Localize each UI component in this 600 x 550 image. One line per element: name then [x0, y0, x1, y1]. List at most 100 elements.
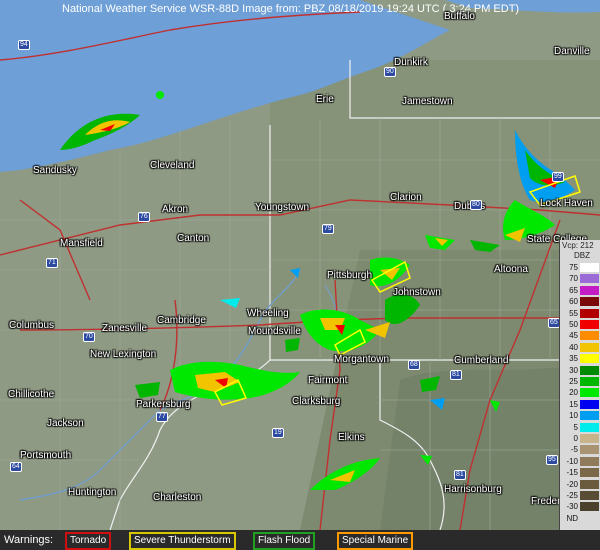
legend-row: -20 [560, 479, 600, 490]
city-label: Wheeling [247, 308, 289, 319]
city-label: Moundsville [248, 326, 301, 337]
city-label: Chillicothe [8, 389, 55, 400]
city-label: Akron [162, 204, 189, 215]
city-label: Fairmont [308, 375, 348, 386]
city-label: Clarion [390, 192, 422, 203]
legend-value: 55 [569, 308, 578, 318]
title-bar: National Weather Service WSR-88D Image f… [0, 0, 600, 20]
city-label: Mansfield [60, 238, 103, 249]
city-label: Youngstown [255, 202, 310, 213]
city-label: Parkersburg [136, 399, 191, 410]
legend-row: 10 [560, 411, 600, 421]
city-label: Buffalo [444, 11, 475, 22]
legend-swatch [580, 479, 599, 489]
highway-shield: 90 [384, 67, 396, 77]
city-label: Portsmouth [20, 450, 72, 461]
city-label: Pittsburgh [327, 270, 373, 281]
warning-key-severe-thunderstorm: Severe Thunderstorm [129, 532, 236, 550]
legend-value: 45 [569, 331, 578, 341]
legend-row: 40 [560, 342, 600, 353]
legend-value: 20 [569, 388, 578, 398]
legend-value: 50 [569, 320, 578, 329]
legend-swatch [580, 342, 599, 352]
highway-shield: 79 [322, 224, 334, 234]
legend-row: -10 [560, 456, 600, 467]
highway-shield: 99 [552, 172, 564, 182]
legend-swatch [580, 502, 599, 512]
warnings-bar: Warnings: Tornado Severe Thunderstorm Fl… [0, 530, 600, 550]
legend-swatch [580, 377, 599, 386]
legend-swatch [580, 468, 599, 478]
legend-row: 5 [560, 422, 600, 433]
legend-row: 65 [560, 285, 600, 296]
legend-row: -15 [560, 468, 600, 478]
warnings-label: Warnings: [4, 534, 54, 546]
legend-swatch [580, 388, 599, 398]
highway-shield: 95 [546, 455, 558, 465]
legend-value: 40 [569, 342, 578, 352]
legend-swatch [580, 399, 599, 409]
legend-swatch [580, 513, 599, 523]
legend-row: 70 [560, 274, 600, 284]
city-label: Zanesville [102, 323, 148, 334]
highway-shield: 71 [46, 258, 58, 268]
city-label: Huntington [68, 487, 117, 498]
legend-value: -25 [566, 491, 578, 500]
legend-value: -30 [566, 502, 578, 512]
legend-swatch [580, 422, 599, 432]
legend-value: 60 [569, 297, 578, 307]
legend-row: ND [560, 513, 600, 524]
legend-row: 30 [560, 365, 600, 376]
highway-shield: 76 [138, 212, 150, 222]
city-label: Charleston [153, 492, 202, 503]
city-label: Dunkirk [394, 57, 428, 68]
legend-row: 0 [560, 434, 600, 444]
highway-shield: 94 [18, 40, 30, 50]
legend-swatch [580, 274, 599, 284]
warning-key-flash-flood: Flash Flood [253, 532, 316, 550]
highway-shield: 81 [450, 370, 462, 380]
highway-shield: 19 [272, 428, 284, 438]
legend-swatch [580, 297, 599, 307]
city-label: Elkins [338, 432, 365, 443]
legend-swatch [580, 320, 599, 329]
city-label: Cleveland [150, 160, 195, 171]
legend-swatch [580, 331, 599, 341]
legend-row: 45 [560, 331, 600, 341]
legend-vcp: Vcp: 212 [562, 241, 594, 250]
legend-value: ND [566, 513, 578, 523]
warning-key-special-marine: Special Marine [337, 532, 414, 550]
city-label: Altoona [494, 264, 528, 275]
city-label: Jackson [47, 418, 84, 429]
city-label: Johnstown [393, 287, 441, 298]
legend-unit: DBZ [574, 251, 590, 260]
legend-row: 15 [560, 399, 600, 410]
reflectivity-legend: Vcp: 212 DBZ 75 70 65 60 55 50 45 40 35 30 25 20 15 1… [559, 240, 600, 540]
legend-swatch [580, 491, 599, 500]
legend-row: 20 [560, 388, 600, 398]
legend-value: -15 [566, 468, 578, 478]
city-label: Cambridge [157, 315, 206, 326]
legend-value: 0 [573, 434, 578, 443]
legend-row: -25 [560, 491, 600, 501]
legend-row: 60 [560, 297, 600, 307]
legend-swatch [580, 445, 599, 455]
legend-row: 55 [560, 308, 600, 319]
city-label: Erie [316, 94, 334, 105]
legend-swatch [580, 434, 599, 443]
legend-row: -30 [560, 502, 600, 512]
city-label: Columbus [9, 320, 55, 331]
legend-row: 75 [560, 263, 600, 273]
warning-key-tornado: Tornado [65, 532, 112, 550]
highway-shield: 77 [156, 412, 168, 422]
city-label: Morgantown [334, 354, 390, 365]
highway-shield: 80 [470, 200, 482, 210]
legend-value: 10 [569, 411, 578, 421]
legend-row: 25 [560, 377, 600, 387]
city-label: Canton [177, 233, 210, 244]
legend-value: -20 [566, 479, 578, 489]
legend-value: 15 [569, 399, 578, 409]
city-label: Clarksburg [292, 396, 341, 407]
highway-shield: 64 [10, 462, 22, 472]
legend-row: 35 [560, 354, 600, 364]
